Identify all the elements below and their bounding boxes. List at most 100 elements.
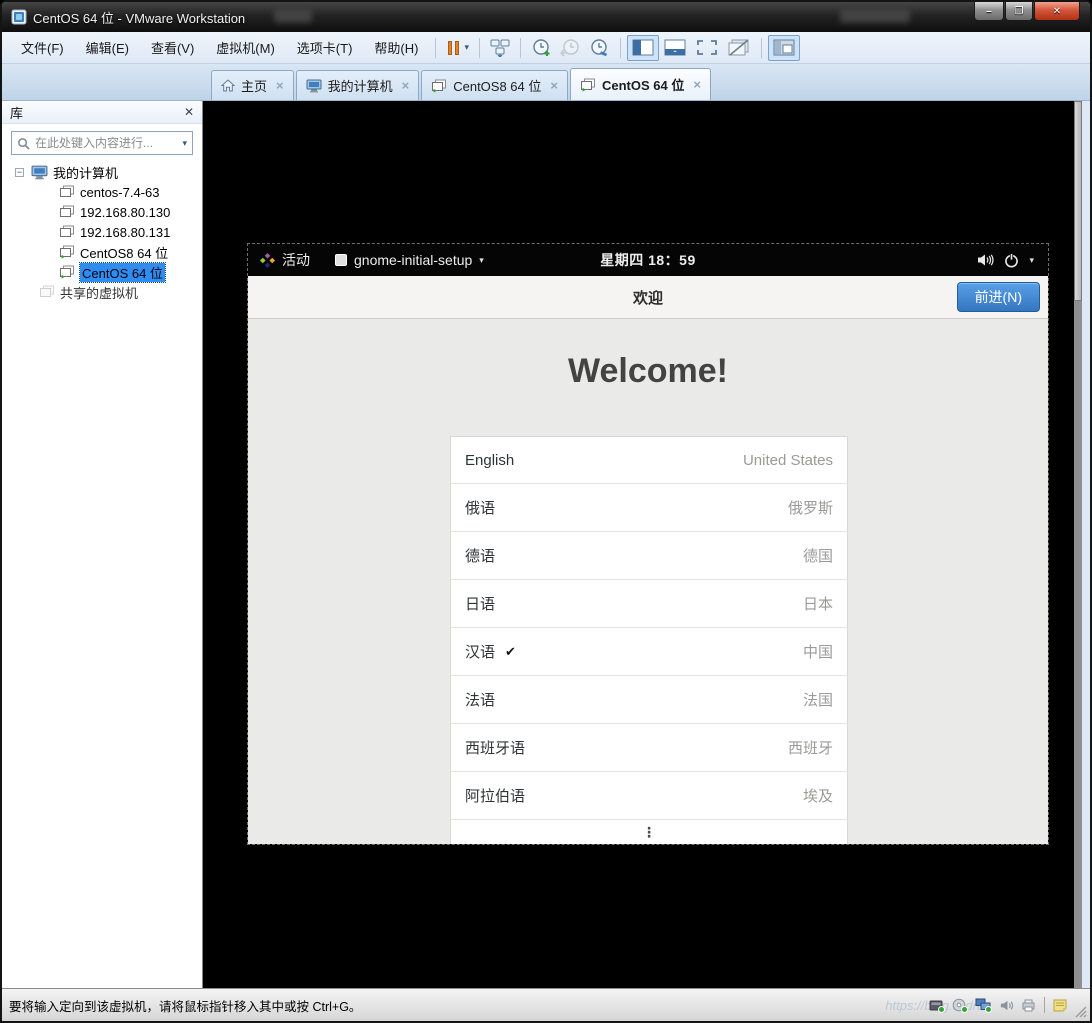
- take-snapshot-button[interactable]: [527, 35, 556, 61]
- fullscreen-icon: [697, 40, 717, 55]
- search-input[interactable]: [35, 136, 180, 150]
- vertical-scrollbar[interactable]: [1074, 101, 1082, 988]
- tab-centos64-active[interactable]: CentOS 64 位 ×: [569, 68, 711, 100]
- language-row-spanish[interactable]: 西班牙语 西班牙: [451, 724, 847, 772]
- device-status-icons: [929, 997, 1068, 1013]
- tree-item-centos64-selected[interactable]: CentOS 64 位: [2, 261, 202, 283]
- close-button[interactable]: ✕: [1034, 2, 1080, 21]
- language-region: 法国: [802, 692, 833, 709]
- toolbar-separator: [760, 37, 762, 58]
- network-status-icon[interactable]: [975, 998, 992, 1013]
- tab-label: 主页: [241, 79, 268, 94]
- chevron-down-icon[interactable]: ▾: [464, 42, 469, 53]
- ctrl-alt-del-icon: [490, 39, 510, 57]
- clock[interactable]: 星期四 18：59: [248, 250, 1048, 270]
- manage-snapshots-icon: [591, 38, 607, 56]
- more-languages-indicator[interactable]: ⋮: [451, 820, 847, 844]
- welcome-heading: Welcome!: [568, 352, 728, 390]
- tab-close-icon[interactable]: ×: [550, 78, 558, 93]
- library-panel-icon: [632, 39, 654, 56]
- language-row-french[interactable]: 法语 法国: [451, 676, 847, 724]
- tree-item-shared-vms[interactable]: 共享的虚拟机: [2, 282, 202, 302]
- vm-icon: [59, 225, 75, 239]
- status-separator: [1044, 997, 1045, 1013]
- language-row-german[interactable]: 德语 德国: [451, 532, 847, 580]
- search-icon: [18, 137, 30, 150]
- chevron-down-icon[interactable]: ▾: [182, 138, 187, 149]
- language-name: 汉语: [465, 644, 496, 661]
- console-view-button[interactable]: [767, 34, 800, 61]
- menu-help[interactable]: 帮助(H): [363, 33, 429, 62]
- menu-view[interactable]: 查看(V): [140, 33, 205, 62]
- tree-label: 192.168.80.130: [80, 204, 171, 220]
- thumbnail-bar-icon: [664, 39, 686, 56]
- collapse-icon[interactable]: −: [15, 167, 24, 177]
- power-icon[interactable]: [1004, 253, 1019, 268]
- manage-snapshots-button[interactable]: [585, 35, 614, 61]
- toolbar-separator: [619, 37, 621, 58]
- dialog-title: 欢迎: [632, 289, 663, 307]
- scrollbar-thumb[interactable]: [1074, 101, 1082, 301]
- console-area[interactable]: 活动 gnome-initial-setup ▾ 星期四 18：59 ▾ 欢迎 …: [203, 101, 1082, 988]
- library-search[interactable]: ▾: [11, 131, 193, 155]
- menu-tabs[interactable]: 选项卡(T): [286, 33, 364, 62]
- resize-grip[interactable]: [1074, 1005, 1087, 1018]
- tree-label: 共享的虚拟机: [60, 285, 139, 301]
- language-region: 埃及: [802, 788, 833, 805]
- tree-item-80-130[interactable]: 192.168.80.130: [2, 202, 202, 222]
- harddisk-status-icon[interactable]: [929, 998, 945, 1013]
- chevron-down-icon[interactable]: ▾: [1029, 255, 1034, 266]
- unity-mode-icon: [728, 39, 749, 56]
- message-log-icon[interactable]: [1052, 998, 1068, 1013]
- tree-item-80-131[interactable]: 192.168.80.131: [2, 222, 202, 242]
- language-name: 阿拉伯语: [465, 788, 526, 805]
- tab-close-icon[interactable]: ×: [402, 78, 410, 93]
- next-button[interactable]: 前进(N): [956, 282, 1040, 312]
- menu-file[interactable]: 文件(F): [10, 33, 75, 62]
- language-row-english[interactable]: English United States: [451, 437, 847, 484]
- toolbar-separator: [478, 37, 480, 58]
- language-row-arabic[interactable]: 阿拉伯语 埃及: [451, 772, 847, 820]
- menu-edit[interactable]: 编辑(E): [75, 33, 140, 62]
- language-region: 中国: [802, 644, 833, 661]
- tree-item-centos8[interactable]: CentOS8 64 位: [2, 242, 202, 262]
- show-library-button[interactable]: [626, 34, 659, 61]
- revert-snapshot-button: [556, 35, 585, 61]
- vm-running-icon: [580, 78, 596, 92]
- selected-check-icon: ✔: [505, 643, 516, 659]
- shared-vm-icon: [39, 285, 55, 299]
- tab-label: 我的计算机: [327, 79, 393, 94]
- restore-button[interactable]: ❐: [1005, 2, 1033, 21]
- volume-icon[interactable]: [976, 253, 995, 267]
- pause-vm-button[interactable]: ▾: [442, 35, 473, 61]
- titlebar[interactable]: CentOS 64 位 - VMware Workstation – ❐ ✕: [2, 2, 1090, 32]
- language-region: United States: [742, 451, 833, 469]
- language-row-chinese-selected[interactable]: 汉语 ✔ 中国: [451, 628, 847, 676]
- cdrom-status-icon[interactable]: [952, 998, 968, 1013]
- tab-home[interactable]: 主页 ×: [211, 70, 294, 100]
- language-row-russian[interactable]: 俄语 俄罗斯: [451, 484, 847, 532]
- tree-item-my-computer[interactable]: − 我的计算机: [2, 162, 202, 182]
- send-ctrl-alt-del-button[interactable]: [486, 35, 514, 61]
- minimize-button[interactable]: –: [974, 2, 1004, 21]
- show-thumbnail-bar-button[interactable]: [659, 35, 691, 61]
- close-icon[interactable]: ✕: [184, 105, 194, 119]
- unity-mode-button[interactable]: [723, 35, 755, 61]
- language-row-japanese[interactable]: 日语 日本: [451, 580, 847, 628]
- vm-display[interactable]: 活动 gnome-initial-setup ▾ 星期四 18：59 ▾ 欢迎 …: [247, 243, 1049, 845]
- tab-centos8[interactable]: CentOS8 64 位 ×: [421, 70, 568, 100]
- tab-close-icon[interactable]: ×: [276, 78, 284, 93]
- console-view-icon: [773, 39, 795, 56]
- library-sidebar: 库 ✕ ▾ −: [2, 101, 203, 988]
- language-region: 德国: [802, 548, 833, 565]
- tab-close-icon[interactable]: ×: [693, 77, 701, 92]
- tab-my-computer[interactable]: 我的计算机 ×: [295, 70, 420, 100]
- tree-label: centos-7.4-63: [80, 184, 160, 200]
- menu-vm[interactable]: 虚拟机(M): [205, 33, 286, 62]
- sound-status-icon[interactable]: [999, 998, 1014, 1013]
- language-region: 日本: [802, 596, 833, 613]
- tab-label: CentOS8 64 位: [453, 79, 542, 94]
- tree-item-centos74[interactable]: centos-7.4-63: [2, 182, 202, 202]
- fullscreen-button[interactable]: [691, 35, 723, 61]
- printer-status-icon[interactable]: [1021, 998, 1037, 1012]
